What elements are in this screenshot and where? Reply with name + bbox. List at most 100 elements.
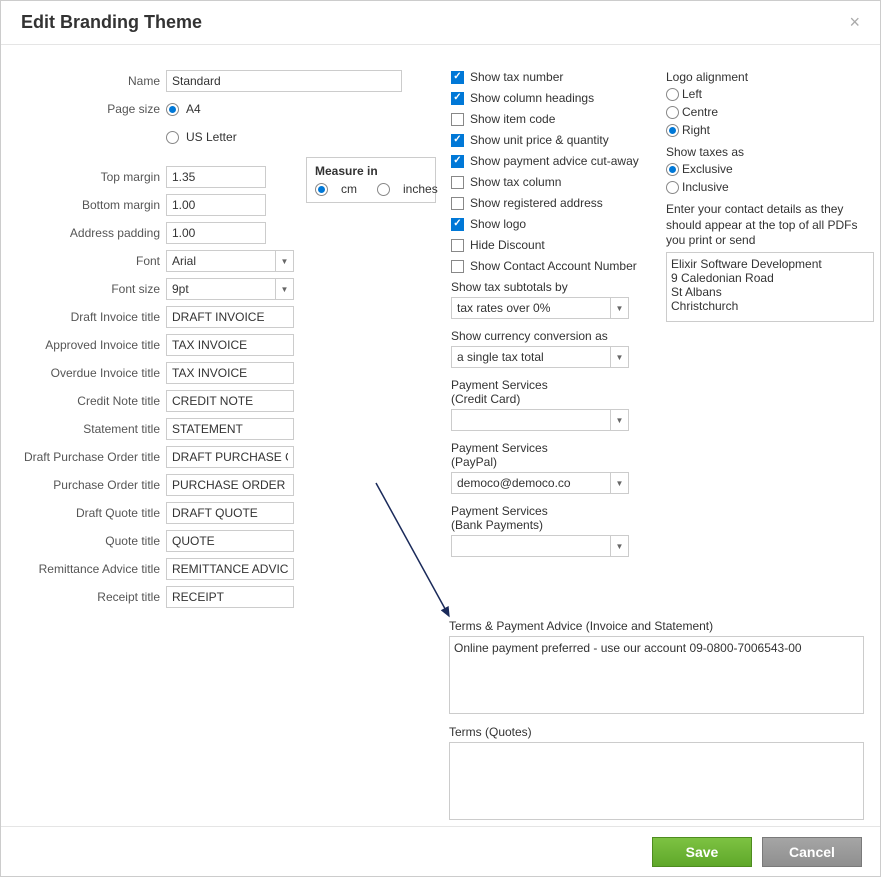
edit-branding-modal: Edit Branding Theme × Name Page size A4 <box>0 0 881 877</box>
pagesize-usletter-radio[interactable] <box>166 131 179 144</box>
quote-input[interactable] <box>166 530 294 552</box>
chevron-down-icon: ▼ <box>610 536 628 556</box>
topmargin-label: Top margin <box>21 170 166 184</box>
modal-title: Edit Branding Theme <box>21 12 202 33</box>
logoalign-left-radio[interactable] <box>666 88 679 101</box>
pagesize-a4-radio[interactable] <box>166 103 179 116</box>
paymentadvice-check[interactable] <box>451 155 464 168</box>
pagesize-label: Page size <box>21 102 166 116</box>
columnheadings-check[interactable] <box>451 92 464 105</box>
chevron-down-icon: ▼ <box>610 473 628 493</box>
taxesas-exclusive-radio[interactable] <box>666 163 679 176</box>
contact-hint: Enter your contact details as they shoul… <box>666 202 866 249</box>
cancel-button[interactable]: Cancel <box>762 837 862 867</box>
modal-header: Edit Branding Theme × <box>1 1 880 45</box>
subtotals-select[interactable]: tax rates over 0%▼ <box>451 297 629 319</box>
logoalign-left-label: Left <box>682 87 702 101</box>
statement-label: Statement title <box>21 422 166 436</box>
fontsize-label: Font size <box>21 282 166 296</box>
paybank-select[interactable]: ▼ <box>451 535 629 557</box>
draftpo-input[interactable] <box>166 446 294 468</box>
receipt-input[interactable] <box>166 586 294 608</box>
hidediscount-label: Hide Discount <box>470 238 545 252</box>
paypaypal-select[interactable]: democo@democo.co▼ <box>451 472 629 494</box>
paycredit-select[interactable]: ▼ <box>451 409 629 431</box>
taxesas-exclusive-label: Exclusive <box>682 162 733 176</box>
remittance-label: Remittance Advice title <box>21 562 166 576</box>
draftinvoice-label: Draft Invoice title <box>21 310 166 324</box>
logoalign-centre-label: Centre <box>682 105 718 119</box>
fontsize-select[interactable]: 9pt ▼ <box>166 278 294 300</box>
measure-title: Measure in <box>315 164 427 178</box>
creditnote-input[interactable] <box>166 390 294 412</box>
columnheadings-label: Show column headings <box>470 91 594 105</box>
unitprice-check[interactable] <box>451 134 464 147</box>
bottommargin-input[interactable] <box>166 194 266 216</box>
terms-textarea[interactable] <box>449 636 864 714</box>
close-icon[interactable]: × <box>849 12 860 33</box>
chevron-down-icon: ▼ <box>275 279 293 299</box>
logoalign-label: Logo alignment <box>666 70 866 84</box>
name-label: Name <box>21 74 166 88</box>
draftquote-input[interactable] <box>166 502 294 524</box>
overdueinvoice-input[interactable] <box>166 362 294 384</box>
contactaccount-label: Show Contact Account Number <box>470 259 637 273</box>
logoalign-centre-radio[interactable] <box>666 106 679 119</box>
approvedinvoice-input[interactable] <box>166 334 294 356</box>
regaddress-label: Show registered address <box>470 196 603 210</box>
logoalign-right-radio[interactable] <box>666 124 679 137</box>
measure-inches-radio[interactable] <box>377 183 390 196</box>
chevron-down-icon: ▼ <box>610 298 628 318</box>
taxcolumn-check[interactable] <box>451 176 464 189</box>
itemcode-check[interactable] <box>451 113 464 126</box>
topmargin-input[interactable] <box>166 166 266 188</box>
padding-label: Address padding <box>21 226 166 240</box>
fontsize-value: 9pt <box>172 282 189 296</box>
taxcolumn-label: Show tax column <box>470 175 561 189</box>
overdueinvoice-label: Overdue Invoice title <box>21 366 166 380</box>
paypaypal-label: Payment Services(PayPal) <box>451 441 656 469</box>
quoteterms-textarea[interactable] <box>449 742 864 820</box>
taxnumber-check[interactable] <box>451 71 464 84</box>
font-select[interactable]: Arial ▼ <box>166 250 294 272</box>
save-button[interactable]: Save <box>652 837 752 867</box>
paycredit-label: Payment Services(Credit Card) <box>451 378 656 406</box>
logo-check[interactable] <box>451 218 464 231</box>
measure-cm-radio[interactable] <box>315 183 328 196</box>
po-input[interactable] <box>166 474 294 496</box>
terms-label: Terms & Payment Advice (Invoice and Stat… <box>449 619 864 633</box>
name-input[interactable] <box>166 70 402 92</box>
approvedinvoice-label: Approved Invoice title <box>21 338 166 352</box>
measure-inches-label: inches <box>403 182 438 196</box>
currency-select[interactable]: a single tax total▼ <box>451 346 629 368</box>
contactaccount-check[interactable] <box>451 260 464 273</box>
font-label: Font <box>21 254 166 268</box>
paymentadvice-label: Show payment advice cut-away <box>470 154 639 168</box>
unitprice-label: Show unit price & quantity <box>470 133 609 147</box>
logoalign-right-label: Right <box>682 123 710 137</box>
hidediscount-check[interactable] <box>451 239 464 252</box>
padding-input[interactable] <box>166 222 266 244</box>
terms-section: Terms & Payment Advice (Invoice and Stat… <box>449 615 864 823</box>
itemcode-label: Show item code <box>470 112 555 126</box>
middle-column: Show tax number Show column headings Sho… <box>446 70 656 614</box>
taxesas-label: Show taxes as <box>666 145 866 159</box>
draftinvoice-input[interactable] <box>166 306 294 328</box>
taxnumber-label: Show tax number <box>470 70 563 84</box>
taxesas-inclusive-radio[interactable] <box>666 181 679 194</box>
quote-label: Quote title <box>21 534 166 548</box>
chevron-down-icon: ▼ <box>610 347 628 367</box>
bottommargin-label: Bottom margin <box>21 198 166 212</box>
draftquote-label: Draft Quote title <box>21 506 166 520</box>
logo-label: Show logo <box>470 217 526 231</box>
statement-input[interactable] <box>166 418 294 440</box>
chevron-down-icon: ▼ <box>610 410 628 430</box>
pagesize-a4-label: A4 <box>186 102 201 116</box>
modal-body: Name Page size A4 US Letter Top margin <box>1 45 880 624</box>
regaddress-check[interactable] <box>451 197 464 210</box>
remittance-input[interactable] <box>166 558 294 580</box>
taxesas-inclusive-label: Inclusive <box>682 180 729 194</box>
subtotals-label: Show tax subtotals by <box>451 280 656 294</box>
contact-textarea[interactable] <box>666 252 874 322</box>
measure-box: Measure in cm inches <box>306 157 436 203</box>
